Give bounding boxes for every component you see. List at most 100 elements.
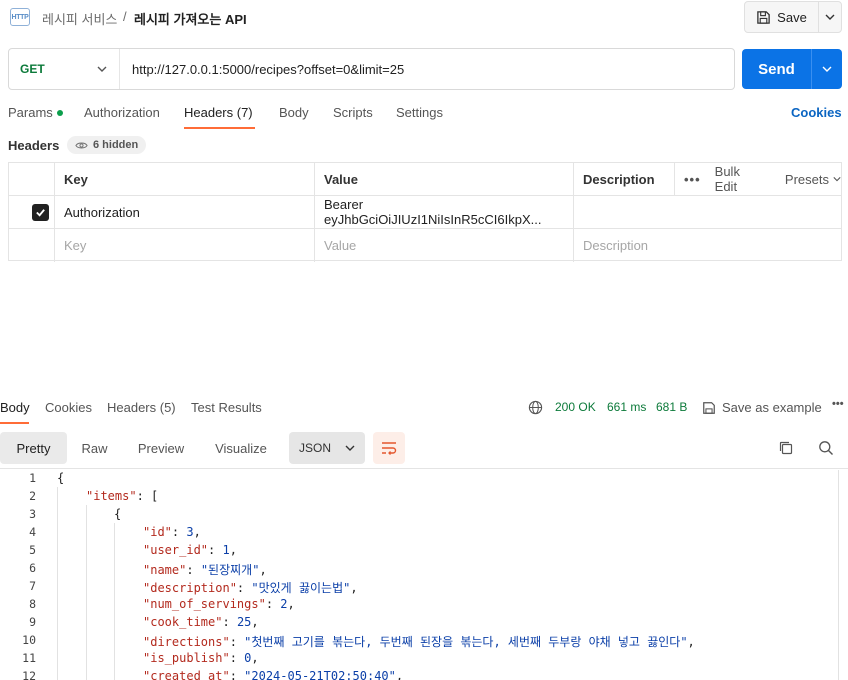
line-number: 11 [22,651,36,665]
json-key: "description" [143,581,237,595]
http-request-icon: HTTP [10,8,30,26]
chevron-down-icon [833,177,841,182]
breadcrumb-request-name[interactable]: 레시피 가져오는 API [134,9,247,28]
response-format-select[interactable]: JSON [289,432,365,464]
code-text: "user_id": 1, [143,543,237,557]
save-button-group: Save [744,1,842,33]
code-text: "cook_time": 25, [143,615,259,629]
wrap-lines-button[interactable] [373,432,405,464]
tab-settings[interactable]: Settings [396,105,443,120]
presets-dropdown[interactable]: Presets [785,172,841,187]
cookies-link[interactable]: Cookies [791,105,842,120]
response-time[interactable]: 661 ms [607,400,646,414]
active-tab-indicator [184,127,255,129]
hidden-headers-toggle[interactable]: 6 hidden [67,136,147,154]
code-line: 8 "num_of_servings": 2, [0,595,848,613]
format-tab-raw[interactable]: Raw [67,432,122,464]
send-button[interactable]: Send [742,49,812,89]
json-value: 0 [244,651,252,665]
check-icon [36,209,45,217]
chevron-down-icon [97,66,107,72]
new-description-input[interactable]: Description [573,229,841,262]
save-button[interactable]: Save [745,2,819,32]
code-text: "directions": "첫번째 고기를 볶는다, 두번째 된장을 볶는다,… [143,635,695,649]
save-options-button[interactable] [819,2,841,32]
code-line: 5 "user_id": 1, [0,541,848,559]
request-bar: GET http://127.0.0.1:5000/recipes?offset… [8,48,735,90]
response-active-tab-indicator [0,422,29,424]
new-value-input[interactable]: Value [314,229,573,262]
table-row-placeholder: Key Value Description [9,229,841,262]
code-text: "is_publish": 0, [143,651,259,665]
chevron-down-icon [825,14,835,20]
header-value-cell[interactable]: Bearer eyJhbGciOiJIUzI1NiIsInR5cCI6IkpX.… [314,196,573,228]
line-number: 2 [29,489,36,503]
more-options-icon[interactable]: ••• [832,398,844,410]
save-icon [757,10,770,24]
search-icon[interactable] [818,440,834,459]
code-line: 3{ [0,505,848,523]
table-row: Authorization Bearer eyJhbGciOiJIUzI1NiI… [9,196,841,229]
code-line: 9 "cook_time": 25, [0,613,848,631]
breadcrumb-collection[interactable]: 레시피 서비스 [42,9,117,28]
line-number: 7 [29,579,36,593]
code-text: "name": "된장찌개", [143,563,267,577]
header-key-cell[interactable]: Authorization [54,196,314,228]
tab-params[interactable]: Params [8,105,63,120]
url-input[interactable]: http://127.0.0.1:5000/recipes?offset=0&l… [120,62,404,77]
json-value: "2024-05-21T02:50:40" [244,669,396,680]
send-options-button[interactable] [812,49,842,89]
response-tab-headers[interactable]: Headers (5) [107,400,176,415]
scrollbar-track[interactable] [838,470,839,680]
header-description-cell[interactable] [573,196,841,228]
params-active-dot [56,110,63,116]
code-line: 6 "name": "된장찌개", [0,559,848,577]
line-number: 9 [29,615,36,629]
json-key: "name" [143,563,187,577]
save-as-example-button[interactable]: Save as example [702,400,822,415]
new-key-input[interactable]: Key [54,229,314,262]
code-text: "created_at": "2024-05-21T02:50:40", [143,669,403,680]
method-select[interactable]: GET [9,49,120,89]
table-actions: ••• Bulk Edit Presets [674,163,841,195]
bulk-edit-button[interactable]: Bulk Edit [715,164,761,194]
line-number: 5 [29,543,36,557]
hidden-count: 6 hidden [93,139,139,151]
json-value: 1 [222,543,230,557]
response-body-viewer[interactable]: 1{2 "items": [3{4 "id": 3, 5 "user_id": 1, 6 "… [0,468,848,680]
method-label: GET [20,62,45,76]
json-value: 2 [280,597,288,611]
line-number: 1 [29,471,36,485]
response-tab-test-results[interactable]: Test Results [191,400,262,415]
globe-icon[interactable] [528,400,543,418]
tab-authorization[interactable]: Authorization [84,105,160,120]
format-tab-visualize[interactable]: Visualize [200,432,282,464]
json-value: 25 [236,615,252,629]
response-size[interactable]: 681 B [656,400,687,414]
response-format-label: JSON [299,441,332,455]
copy-icon[interactable] [778,440,794,459]
json-value: "된장찌개" [200,563,260,577]
format-tab-pretty[interactable]: Pretty [0,432,67,464]
code-line: 4 "id": 3, [0,523,848,541]
chevron-down-icon [345,445,355,451]
response-tab-body[interactable]: Body [0,400,30,415]
tab-headers[interactable]: Headers (7) [184,105,253,120]
status-code[interactable]: 200 OK [555,400,596,414]
tab-body[interactable]: Body [279,105,309,120]
save-icon [703,401,715,414]
wrap-lines-icon [382,442,397,455]
column-key: Key [54,163,314,195]
format-tab-preview[interactable]: Preview [122,432,200,464]
code-text: "num_of_servings": 2, [143,597,295,611]
table-header-row: Key Value Description ••• Bulk Edit Pres… [9,163,841,196]
response-tab-cookies[interactable]: Cookies [45,400,92,415]
column-value: Value [314,163,573,195]
code-line: 1{ [0,469,848,487]
json-value: 3 [186,525,194,539]
code-line: 12 "created_at": "2024-05-21T02:50:40", [0,667,848,680]
tab-scripts[interactable]: Scripts [333,105,373,120]
more-options-icon[interactable]: ••• [684,172,701,187]
header-enabled-checkbox[interactable] [32,204,49,221]
json-key: "directions" [143,635,230,649]
